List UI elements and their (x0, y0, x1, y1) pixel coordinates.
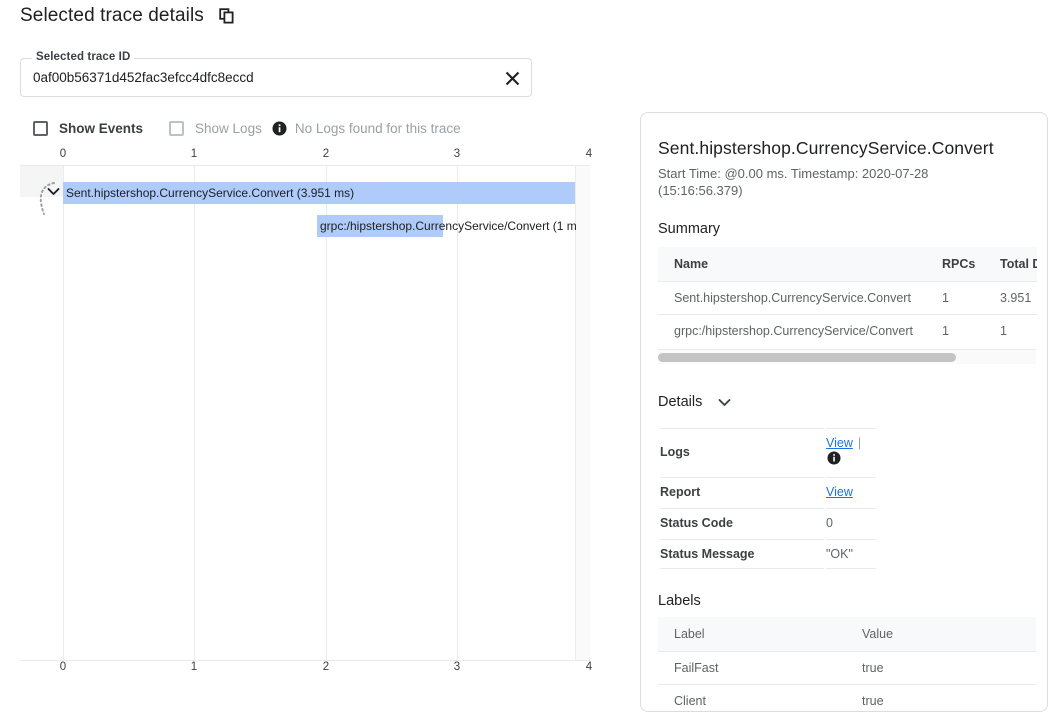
axis-tick: 2 (323, 148, 329, 160)
page-header: Selected trace details (20, 5, 236, 27)
span-row[interactable]: Sent.hipstershop.CurrencyService.Convert… (20, 182, 590, 204)
show-events-checkbox[interactable] (33, 121, 48, 136)
trace-options-row: Show Events Show Logs No Logs found for … (33, 118, 461, 138)
labels-col-value: Value (846, 617, 1036, 652)
axis-tick: 0 (60, 148, 66, 160)
labels-cell-key: FailFast (658, 651, 846, 684)
details-header: Details (658, 392, 1037, 412)
trace-timeline[interactable]: 0 1 2 3 4 (20, 148, 590, 678)
details-heading: Details (658, 394, 702, 410)
report-view-link[interactable]: View (826, 485, 853, 499)
summary-heading: Summary (658, 221, 1037, 237)
summary-col-rpcs: RPCs (926, 247, 984, 282)
page-title: Selected trace details (20, 5, 204, 27)
timeline-plot[interactable]: Sent.hipstershop.CurrencyService.Convert… (20, 165, 590, 661)
axis-tick: 2 (323, 661, 329, 673)
labels-cell-key: Client (658, 684, 846, 711)
show-logs-checkbox-group: Show Logs (169, 121, 262, 136)
selected-trace-id-input[interactable] (33, 59, 483, 96)
table-row: Logs View | (660, 428, 876, 475)
axis-tick: 4 (586, 148, 592, 160)
summary-cell-rpcs: 1 (926, 315, 984, 348)
summary-cell-name: Sent.hipstershop.CurrencyService.Convert (658, 282, 926, 315)
summary-col-total-duration: Total D (984, 247, 1037, 282)
chevron-down-icon[interactable] (714, 392, 734, 412)
summary-horizontal-scrollbar[interactable] (658, 349, 1036, 364)
span-detail-content: Sent.hipstershop.CurrencyService.Convert… (641, 113, 1037, 711)
labels-col-label: Label (658, 617, 846, 652)
info-icon[interactable] (826, 450, 841, 465)
details-value-report: View (826, 477, 876, 506)
gridline (575, 166, 576, 660)
show-events-checkbox-group[interactable]: Show Events (33, 121, 143, 136)
span-detail-subtitle: Start Time: @0.00 ms. Timestamp: 2020-07… (658, 165, 958, 199)
details-value-status-code: 0 (826, 508, 876, 537)
no-logs-message: No Logs found for this trace (295, 121, 461, 136)
details-value-status-message: "OK" (826, 539, 876, 569)
span-row[interactable]: grpc:/hipstershop.CurrencyService/Conver… (20, 215, 590, 237)
table-row: Client true (658, 684, 1036, 711)
gridline (326, 166, 327, 660)
show-events-label: Show Events (59, 121, 143, 136)
span-detail-title: Sent.hipstershop.CurrencyService.Convert (658, 138, 1037, 159)
axis-tick: 3 (454, 661, 460, 673)
summary-cell-total: 3.951 (984, 282, 1037, 315)
axis-tick: 1 (191, 148, 197, 160)
timeline-axis-bottom: 0 1 2 3 4 (20, 661, 590, 677)
axis-tick: 4 (586, 661, 592, 673)
summary-col-name: Name (658, 247, 926, 282)
copy-icon[interactable] (218, 7, 236, 25)
gridline (194, 166, 195, 660)
table-row: FailFast true (658, 651, 1036, 684)
axis-tick: 0 (60, 661, 66, 673)
summary-cell-rpcs: 1 (926, 282, 984, 315)
table-row: Status Message "OK" (660, 539, 876, 569)
close-icon[interactable] (502, 68, 522, 88)
labels-cell-value: true (846, 651, 1036, 684)
details-key-report: Report (660, 477, 824, 506)
table-row[interactable]: Sent.hipstershop.CurrencyService.Convert… (658, 282, 1037, 315)
gridline (63, 166, 64, 660)
labels-heading: Labels (658, 593, 1037, 609)
span-detail-panel: Sent.hipstershop.CurrencyService.Convert… (640, 112, 1048, 712)
details-value-logs: View | (826, 428, 876, 475)
span-bar[interactable] (317, 215, 443, 237)
timeline-overflow-shade (575, 166, 590, 660)
summary-cell-total: 1 (984, 315, 1037, 348)
info-icon[interactable] (272, 121, 287, 136)
table-row: Status Code 0 (660, 508, 876, 537)
summary-cell-name: grpc:/hipstershop.CurrencyService/Conver… (658, 315, 926, 348)
summary-table-viewport: Name RPCs Total D Sent.hipstershop.Curre… (658, 237, 1037, 347)
gridline (457, 166, 458, 660)
show-logs-label: Show Logs (195, 121, 262, 136)
details-key-logs: Logs (660, 428, 824, 475)
logs-view-link[interactable]: View (826, 436, 853, 450)
labels-table: Label Value FailFast true Client true g.… (658, 617, 1036, 712)
separator: | (858, 436, 861, 450)
labels-cell-value: true (846, 684, 1036, 711)
show-logs-checkbox (169, 121, 184, 136)
summary-table: Name RPCs Total D Sent.hipstershop.Curre… (658, 247, 1037, 347)
scrollbar-thumb[interactable] (658, 353, 956, 362)
details-key-status-message: Status Message (660, 539, 824, 569)
span-bar[interactable] (63, 182, 575, 204)
table-row[interactable]: grpc:/hipstershop.CurrencyService/Conver… (658, 315, 1037, 348)
summary-table-header-row: Name RPCs Total D (658, 247, 1037, 282)
axis-tick: 3 (454, 148, 460, 160)
labels-table-header-row: Label Value (658, 617, 1036, 652)
timeline-axis-top: 0 1 2 3 4 (20, 148, 590, 164)
details-key-status-code: Status Code (660, 508, 824, 537)
table-row: Report View (660, 477, 876, 506)
axis-tick: 1 (191, 661, 197, 673)
selected-trace-id-field[interactable]: Selected trace ID (20, 58, 532, 97)
trace-details-page: Selected trace details Selected trace ID… (0, 0, 1064, 717)
details-table: Logs View | Report View Status Code 0 (658, 426, 878, 571)
